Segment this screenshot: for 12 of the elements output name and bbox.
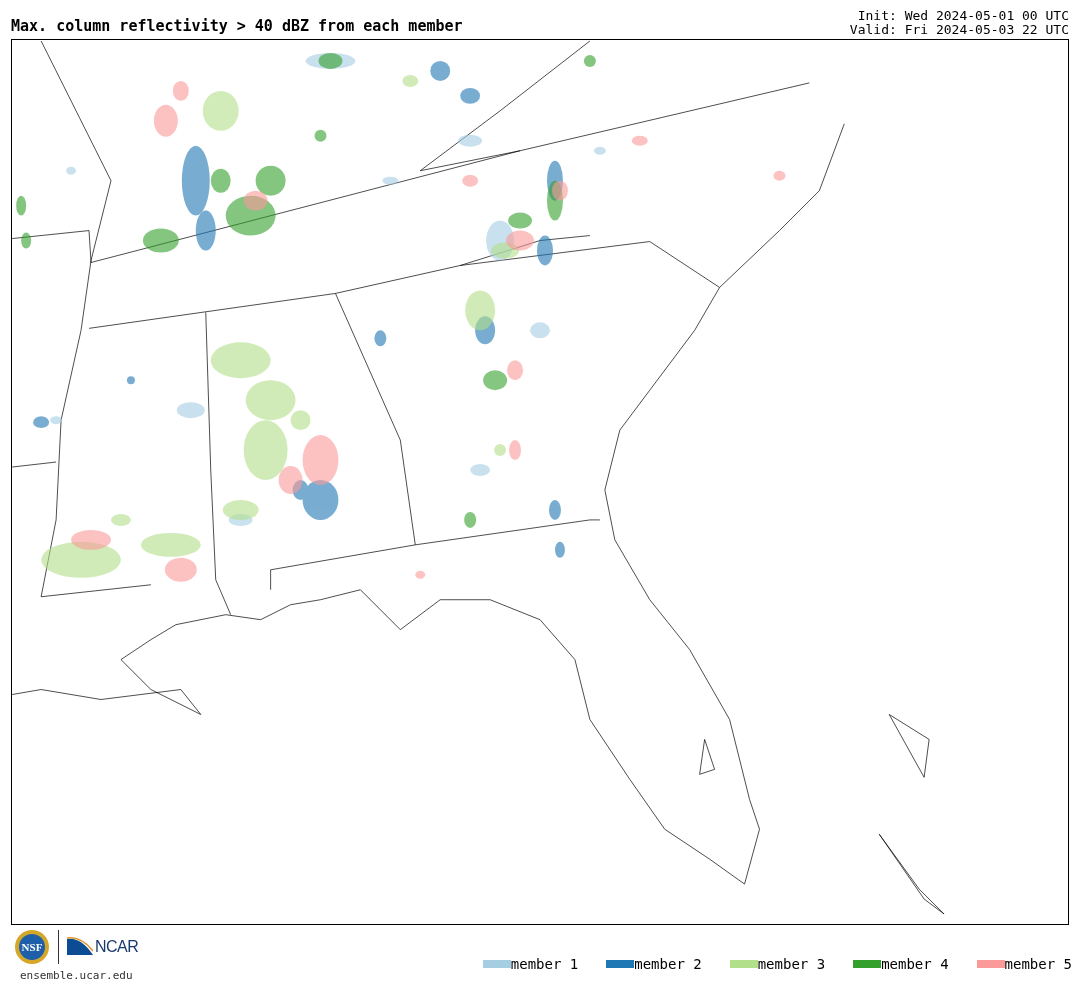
legend-label: member 2 <box>634 956 702 972</box>
legend-label: member 4 <box>881 956 949 972</box>
valid-time: Valid: Fri 2024-05-03 22 UTC <box>849 23 1069 37</box>
logo-text: NCAR <box>95 938 139 956</box>
init-time: Init: Wed 2024-05-01 00 UTC <box>857 9 1069 23</box>
legend-label: member 1 <box>510 956 579 972</box>
swoosh-icon <box>67 937 93 957</box>
chart-title: Max. column reflectivity > 40 dBZ from each member <box>11 17 463 35</box>
legend-label: member 5 <box>1004 956 1072 972</box>
seal-logo: NSF <box>14 929 50 965</box>
legend-label: member 3 <box>757 956 826 972</box>
website-url: ensemble.ucar.edu <box>19 969 134 982</box>
